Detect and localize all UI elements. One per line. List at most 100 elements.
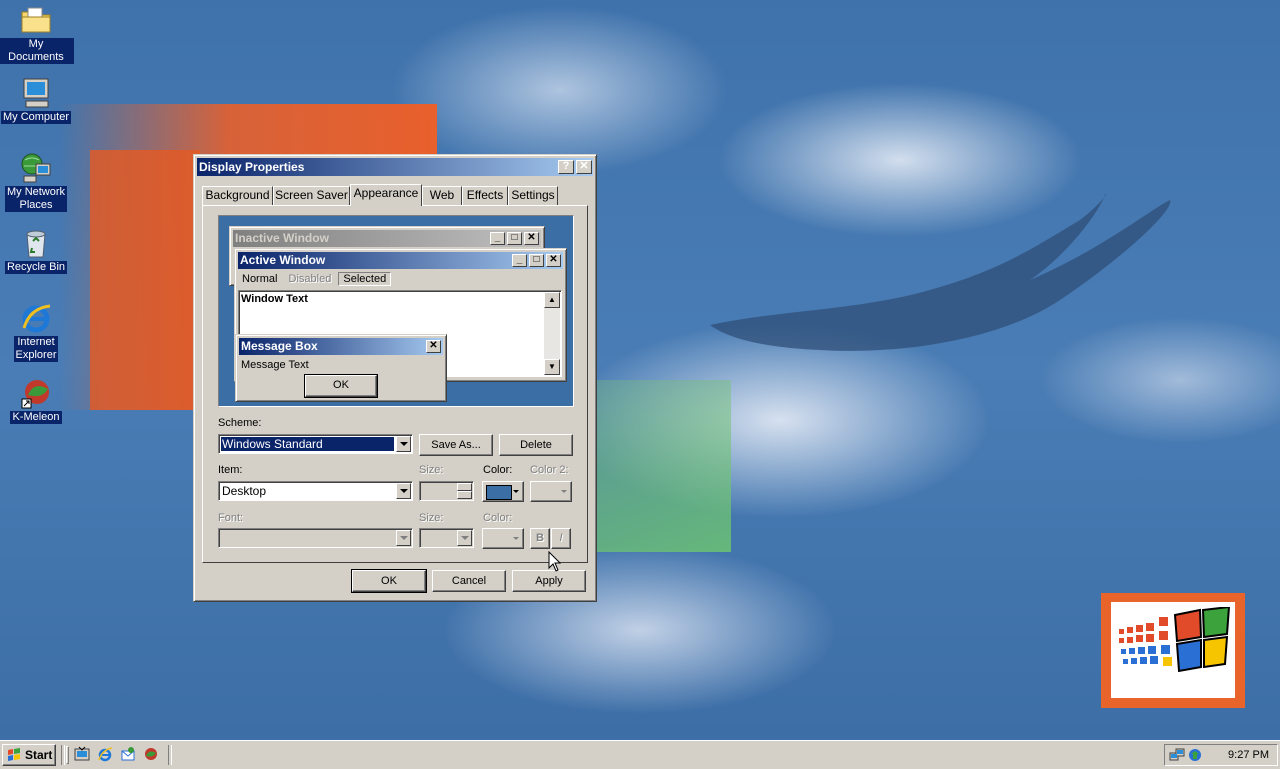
scheme-select[interactable]: Windows Standard bbox=[218, 434, 413, 454]
preview-menu-disabled: Disabled bbox=[288, 273, 332, 285]
font-color-label: Color: bbox=[483, 512, 513, 524]
internet-explorer-icon bbox=[20, 302, 52, 334]
outlook-express-icon[interactable] bbox=[120, 746, 136, 762]
chevron-down-icon bbox=[513, 537, 519, 540]
close-icon: ✕ bbox=[546, 254, 561, 267]
desktop-icon-label: Internet Explorer bbox=[13, 336, 59, 362]
item-color2-label: Color 2: bbox=[530, 464, 569, 476]
apply-button[interactable]: Apply bbox=[512, 570, 586, 592]
system-tray: 9:27 PM bbox=[1164, 744, 1278, 766]
ok-button[interactable]: OK bbox=[351, 569, 427, 593]
preview-menu-bar: Normal Disabled Selected bbox=[238, 270, 392, 288]
chevron-down-icon bbox=[513, 490, 519, 493]
preview-inactive-title: Inactive Window _ □ ✕ bbox=[233, 230, 541, 247]
display-properties-dialog: Display Properties ? ✕ Background Screen… bbox=[193, 154, 597, 602]
close-button[interactable]: ✕ bbox=[576, 160, 592, 174]
start-button[interactable]: Start bbox=[2, 744, 56, 766]
network-icon bbox=[20, 152, 52, 184]
k-meleon-icon[interactable] bbox=[143, 746, 159, 762]
desktop-icon-my-network-places[interactable]: My Network Places bbox=[0, 152, 74, 212]
scroll-up-icon: ▲ bbox=[544, 292, 560, 308]
desktop-icon-k-meleon[interactable]: K-Meleon bbox=[0, 377, 74, 424]
clock[interactable]: 9:27 PM bbox=[1228, 749, 1269, 761]
scheme-value: Windows Standard bbox=[221, 437, 394, 451]
desktop-wallpaper bbox=[0, 0, 1280, 740]
help-button[interactable]: ? bbox=[558, 160, 574, 174]
preview-scrollbar: ▲ ▼ bbox=[544, 292, 560, 375]
start-label: Start bbox=[25, 748, 53, 762]
desktop-icon-internet-explorer[interactable]: Internet Explorer bbox=[0, 302, 74, 362]
scheme-label: Scheme: bbox=[218, 417, 262, 429]
dialog-title: Display Properties bbox=[199, 160, 305, 174]
chevron-down-icon[interactable] bbox=[457, 530, 472, 546]
preview-msgbox-title: Message Box ✕ bbox=[239, 338, 443, 355]
dialog-title-bar[interactable]: Display Properties ? ✕ bbox=[197, 158, 593, 176]
preview-window-text: Window Text bbox=[241, 293, 308, 305]
chevron-down-icon bbox=[561, 490, 567, 493]
minimize-icon: _ bbox=[512, 254, 527, 267]
internet-explorer-icon[interactable] bbox=[97, 746, 113, 762]
bold-button[interactable]: B bbox=[530, 528, 550, 549]
font-size-select[interactable] bbox=[419, 528, 474, 548]
desktop-icon-label: My Network Places bbox=[4, 186, 68, 212]
tab-appearance[interactable]: Appearance bbox=[350, 184, 422, 206]
desktop-icon-my-computer[interactable]: My Computer bbox=[0, 77, 74, 124]
update-tray-icon[interactable] bbox=[1187, 747, 1203, 763]
chevron-down-icon[interactable] bbox=[396, 483, 411, 499]
desktop-icon-label: K-Meleon bbox=[10, 411, 62, 424]
wallpaper-green-block bbox=[596, 380, 731, 552]
item-color-button[interactable] bbox=[482, 481, 524, 502]
font-select[interactable] bbox=[218, 528, 413, 548]
font-label: Font: bbox=[218, 512, 244, 524]
item-size-spinner[interactable] bbox=[419, 481, 474, 501]
tab-effects[interactable]: Effects bbox=[462, 186, 508, 205]
cancel-button[interactable]: Cancel bbox=[432, 570, 506, 592]
item-color-label: Color: bbox=[483, 464, 513, 476]
preview-menu-normal: Normal bbox=[242, 273, 278, 285]
chevron-down-icon[interactable] bbox=[396, 436, 411, 452]
delete-button[interactable]: Delete bbox=[499, 434, 573, 456]
close-icon: ✕ bbox=[426, 340, 441, 353]
tab-web[interactable]: Web bbox=[422, 186, 462, 205]
quicklaunch-grip[interactable] bbox=[66, 746, 69, 764]
preview-message-text: Message Text bbox=[241, 359, 309, 371]
network-tray-icon[interactable] bbox=[1169, 747, 1185, 763]
font-color-button[interactable] bbox=[482, 528, 524, 549]
desktop-icon-label: My Documents bbox=[0, 38, 74, 64]
folder-icon bbox=[20, 4, 52, 36]
desktop-icon-my-documents[interactable]: My Documents bbox=[0, 4, 74, 64]
k-meleon-icon bbox=[20, 377, 52, 409]
save-as-button[interactable]: Save As... bbox=[419, 434, 493, 456]
recycle-bin-icon bbox=[20, 227, 52, 259]
preview-message-box: Message Box ✕ Message Text OK bbox=[235, 334, 447, 402]
tab-settings[interactable]: Settings bbox=[508, 186, 558, 205]
chevron-down-icon[interactable] bbox=[396, 530, 411, 546]
item-color2-button[interactable] bbox=[530, 481, 572, 502]
preview-menu-selected: Selected bbox=[338, 272, 392, 286]
item-select[interactable]: Desktop bbox=[218, 481, 413, 501]
spinner-up-icon[interactable] bbox=[457, 483, 472, 491]
desktop-icon-recycle-bin[interactable]: Recycle Bin bbox=[0, 227, 74, 274]
item-label: Item: bbox=[218, 464, 243, 476]
maximize-icon: □ bbox=[507, 232, 522, 245]
computer-icon bbox=[20, 77, 52, 109]
spinner-down-icon[interactable] bbox=[457, 491, 472, 499]
italic-button[interactable]: I bbox=[551, 528, 571, 549]
scroll-down-icon: ▼ bbox=[544, 359, 560, 375]
appearance-preview[interactable]: Inactive Window _ □ ✕ Active Window _ □ … bbox=[218, 215, 574, 407]
minimize-icon: _ bbox=[490, 232, 505, 245]
maximize-icon: □ bbox=[529, 254, 544, 267]
taskbar-separator bbox=[168, 745, 172, 765]
desktop-icon-label: My Computer bbox=[0, 111, 72, 124]
taskbar-separator bbox=[61, 745, 65, 765]
preview-active-title: Active Window _ □ ✕ bbox=[238, 252, 563, 269]
windows-flag-icon bbox=[8, 748, 20, 761]
item-size-label: Size: bbox=[419, 464, 444, 476]
close-icon: ✕ bbox=[524, 232, 539, 245]
desktop-icon-label: Recycle Bin bbox=[4, 261, 68, 274]
close-icon: ✕ bbox=[579, 160, 589, 172]
mouse-cursor-icon bbox=[548, 551, 562, 572]
tab-screen-saver[interactable]: Screen Saver bbox=[273, 186, 350, 205]
tab-background[interactable]: Background bbox=[202, 186, 273, 205]
show-desktop-icon[interactable] bbox=[74, 746, 90, 762]
